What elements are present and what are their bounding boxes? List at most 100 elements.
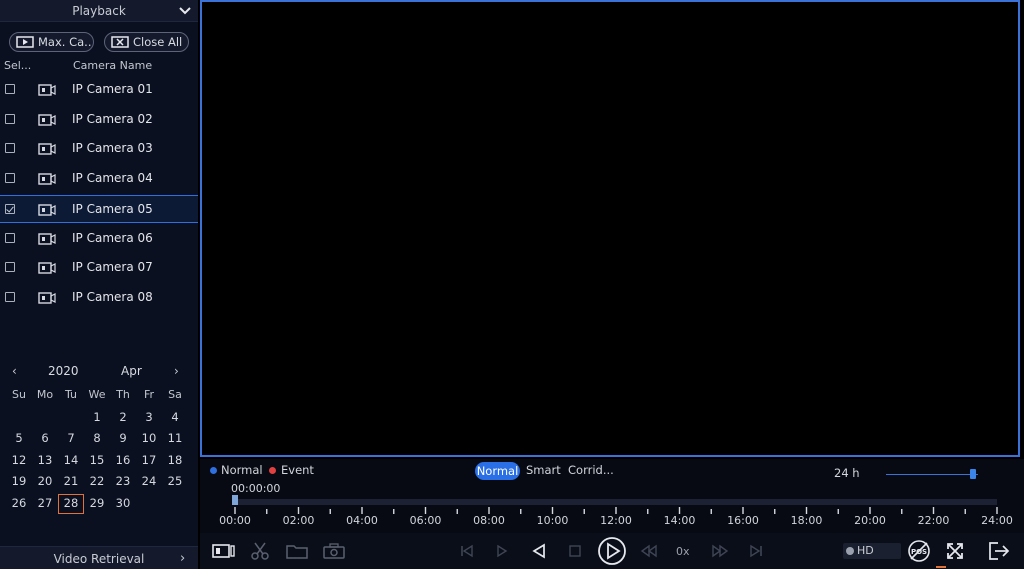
camera-checkbox[interactable] [5,262,15,273]
camera-row[interactable]: IP Camera 02 [0,106,198,134]
stop-button[interactable] [562,539,588,563]
select-column-header[interactable]: Sel... [4,59,31,72]
quality-dot-icon [846,547,854,555]
calendar-day[interactable]: 24 [136,472,162,494]
camera-icon [38,173,56,185]
pos-icon-text: POS [911,548,927,556]
calendar-day[interactable]: 29 [84,494,110,516]
calendar-day[interactable]: 22 [84,472,110,494]
camera-checkbox[interactable] [5,113,15,124]
next-frame-button[interactable] [743,539,769,563]
calendar-day[interactable]: 21 [58,472,84,494]
camera-checkbox[interactable] [5,232,15,243]
calendar-day[interactable]: 2 [110,408,136,430]
calendar-day[interactable]: 16 [110,451,136,473]
timeline-hour-label: 08:00 [473,514,505,527]
close-all-label: Close All [133,35,183,49]
calendar-empty-cell [58,408,84,430]
max-camera-icon [16,36,34,48]
reverse-play-button[interactable] [526,539,552,563]
calendar-day[interactable]: 23 [110,472,136,494]
camera-name: IP Camera 01 [72,82,153,96]
calendar-day[interactable]: 6 [32,429,58,451]
calendar-day[interactable]: 25 [162,472,188,494]
video-retrieval-label: Video Retrieval [53,552,145,566]
camera-row[interactable]: IP Camera 08 [0,284,198,312]
calendar-day[interactable]: 17 [136,451,162,473]
mode-corridor-tab[interactable]: Corrid... [568,463,614,477]
slow-down-button[interactable] [636,539,662,563]
camera-checkbox[interactable] [5,291,15,302]
calendar-day[interactable]: 5 [6,429,32,451]
speed-up-button[interactable] [707,539,733,563]
calendar-day[interactable]: 13 [32,451,58,473]
close-all-button[interactable]: Close All [104,32,189,52]
camera-row[interactable]: IP Camera 05 [0,194,198,223]
camera-name: IP Camera 06 [72,230,153,245]
camera-row[interactable]: IP Camera 07 [0,254,198,282]
play-icon [598,537,626,565]
pos-toggle-button[interactable]: POS [906,539,932,563]
calendar-day[interactable]: 15 [84,451,110,473]
timeline-track[interactable] [235,499,997,505]
stream-quality-label: HD [857,544,874,557]
video-retrieval-bar[interactable]: Video Retrieval › [0,546,198,569]
camera-row[interactable]: IP Camera 01 [0,76,198,104]
calendar-day[interactable]: 30 [110,494,136,516]
max-cameras-button[interactable]: Max. Ca... [9,32,94,52]
video-playback-window[interactable] [200,0,1020,457]
save-clip-button[interactable] [284,539,310,563]
scissors-icon [251,542,269,560]
calendar-day[interactable]: 9 [110,429,136,451]
calendar-day[interactable]: 18 [162,451,188,473]
calendar-prev-button[interactable]: ‹ [12,364,17,378]
calendar-year[interactable]: 2020 [48,364,79,378]
calendar-day[interactable]: 4 [162,408,188,430]
calendar-day[interactable]: 11 [162,429,188,451]
calendar-day[interactable]: 12 [6,451,32,473]
calendar-day[interactable]: 8 [84,429,110,451]
calendar-day[interactable]: 19 [6,472,32,494]
zoom-label: 24 h [834,466,860,480]
calendar-day[interactable]: 26 [6,494,32,516]
camera-name: IP Camera 02 [72,111,153,126]
camera-icon [38,292,56,304]
fullscreen-button[interactable] [942,539,968,563]
previous-frame-button[interactable] [454,539,480,563]
calendar-next-button[interactable]: › [174,364,179,378]
zoom-slider-thumb[interactable] [970,469,977,479]
camera-checkbox[interactable] [5,203,15,214]
zoom-slider-track[interactable] [886,474,978,475]
close-camera-icon [111,36,129,48]
camera-name-column-header[interactable]: Camera Name [73,59,152,72]
mode-smart-tab[interactable]: Smart [526,463,561,477]
camera-checkbox[interactable] [5,143,15,154]
calendar-day[interactable]: 27 [32,494,58,516]
calendar-day[interactable]: 10 [136,429,162,451]
calendar-day[interactable]: 7 [58,429,84,451]
stream-quality-select[interactable]: HD [843,543,901,559]
camera-checkbox[interactable] [5,173,15,184]
timeline-cursor[interactable] [232,495,238,505]
calendar-weekday: Su [12,388,26,401]
step-forward-button[interactable] [489,539,515,563]
calendar-day[interactable]: 14 [58,451,84,473]
calendar-day[interactable]: 20 [32,472,58,494]
calendar-day-selected[interactable]: 28 [58,493,84,514]
camera-row[interactable]: IP Camera 04 [0,165,198,193]
camera-view-button[interactable] [211,539,237,563]
exit-button[interactable] [986,539,1012,563]
play-button[interactable] [596,536,628,566]
camera-checkbox[interactable] [5,84,15,94]
calendar-day[interactable]: 1 [84,408,110,430]
clip-button[interactable] [247,539,273,563]
camera-row[interactable]: IP Camera 06 [0,225,198,253]
snapshot-button[interactable] [321,539,347,563]
playback-header[interactable]: Playback [0,0,198,22]
chevron-down-icon[interactable] [178,4,192,18]
calendar-month[interactable]: Apr [121,364,142,378]
mode-normal-tab[interactable]: Normal [475,462,520,480]
calendar-day[interactable]: 3 [136,408,162,430]
chevron-right-icon[interactable]: › [180,551,185,566]
camera-row[interactable]: IP Camera 03 [0,135,198,163]
